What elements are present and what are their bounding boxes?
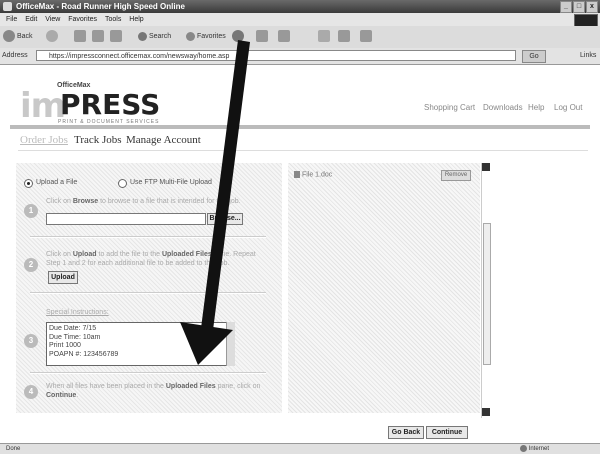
go-back-button[interactable]: Go Back	[388, 426, 424, 439]
menu-tools[interactable]: Tools	[105, 16, 121, 23]
search-icon	[138, 31, 147, 41]
history-icon	[232, 30, 244, 43]
tab-manage-account[interactable]: Manage Account	[126, 134, 201, 146]
browser-toolbar: Back Search Favorites	[0, 26, 600, 49]
stop-icon	[74, 30, 86, 43]
menu-help[interactable]: Help	[129, 16, 143, 23]
nav-shopping-cart[interactable]: Shopping Cart	[424, 103, 475, 112]
step-3-badge: 3	[24, 334, 38, 348]
upload-button[interactable]: Upload	[48, 271, 78, 284]
forward-arrow-icon	[46, 30, 58, 43]
radio-upload-file[interactable]	[24, 179, 33, 188]
nav-help[interactable]: Help	[528, 103, 544, 112]
go-button[interactable]: Go	[522, 50, 546, 63]
step-4-badge: 4	[24, 385, 38, 399]
special-instructions-label: Special Instructions:	[46, 309, 109, 316]
browse-button[interactable]: Browse...	[207, 213, 243, 225]
step-1-badge: 1	[24, 204, 38, 218]
history-button[interactable]	[232, 30, 244, 43]
menu-file[interactable]: File	[6, 16, 17, 23]
menu-edit[interactable]: Edit	[25, 16, 37, 23]
favorites-button[interactable]: Favorites	[186, 30, 226, 43]
mail-icon	[256, 30, 268, 43]
tabs-divider	[18, 150, 588, 151]
step-2-text: Click on Upload to add the file to the U…	[46, 251, 256, 267]
file-path-input[interactable]	[46, 213, 206, 225]
messenger-icon	[360, 30, 372, 43]
nav-log-out[interactable]: Log Out	[554, 103, 582, 112]
back-button[interactable]: Back	[3, 30, 33, 43]
refresh-button[interactable]	[92, 30, 104, 43]
window-title: OfficeMax - Road Runner High Speed Onlin…	[16, 2, 185, 11]
tab-track-jobs[interactable]: Track Jobs	[74, 134, 122, 146]
edit-icon	[318, 30, 330, 43]
star-icon	[186, 31, 195, 41]
step-2-badge: 2	[24, 258, 38, 272]
special-instructions-textarea[interactable]: Due Date: 7/15 Due Time: 10am Print 1000…	[46, 322, 234, 366]
radio-ftp-upload[interactable]	[118, 179, 127, 188]
address-input[interactable]: https://impressconnect.officemax.com/new…	[36, 50, 516, 61]
browser-icon	[3, 2, 12, 11]
minimize-button[interactable]: _	[560, 1, 572, 13]
discuss-icon	[338, 30, 350, 43]
print-icon	[278, 30, 290, 43]
radio-ftp-upload-label: Use FTP Multi-File Upload	[130, 179, 212, 186]
home-icon	[110, 30, 122, 43]
step-separator	[30, 236, 266, 238]
header-rule	[10, 125, 590, 129]
radio-upload-file-label: Upload a File	[36, 179, 78, 186]
back-arrow-icon	[3, 30, 15, 43]
continue-button[interactable]: Continue	[426, 426, 468, 439]
tab-order-jobs[interactable]: Order Jobs	[20, 134, 68, 146]
menu-view[interactable]: View	[45, 16, 60, 23]
window-controls: _ □ x	[560, 1, 598, 13]
scroll-up-icon[interactable]	[482, 163, 490, 171]
logo-press: PRESS	[60, 88, 161, 121]
uploaded-files-panel	[288, 163, 480, 413]
nav-downloads[interactable]: Downloads	[483, 103, 523, 112]
step-4-text: When all files have been placed in the U…	[46, 383, 261, 399]
edit-button[interactable]	[318, 30, 330, 43]
step-separator	[30, 292, 266, 294]
mail-button[interactable]	[256, 30, 268, 43]
scroll-thumb[interactable]	[483, 223, 491, 365]
menu-favorites[interactable]: Favorites	[68, 16, 97, 23]
stop-button[interactable]	[74, 30, 86, 43]
document-icon	[294, 171, 300, 178]
step-1-text: Click on Browse to browse to a file that…	[46, 198, 241, 205]
close-button[interactable]: x	[586, 1, 598, 13]
discuss-button[interactable]	[338, 30, 350, 43]
forward-button[interactable]	[46, 30, 58, 43]
messenger-button[interactable]	[360, 30, 372, 43]
globe-icon	[520, 444, 527, 452]
print-button[interactable]	[278, 30, 290, 43]
menu-bar: File Edit View Favorites Tools Help	[0, 13, 600, 26]
page-scrollbar[interactable]	[481, 163, 491, 418]
step-separator	[30, 372, 266, 374]
search-button[interactable]: Search	[138, 30, 171, 43]
address-label: Address	[2, 52, 28, 59]
links-button[interactable]: Links	[580, 52, 596, 59]
refresh-icon	[92, 30, 104, 43]
home-button[interactable]	[110, 30, 122, 43]
textarea-scrollbar[interactable]	[226, 322, 235, 366]
status-bar: Done Internet	[0, 443, 600, 454]
scroll-down-icon[interactable]	[482, 408, 490, 416]
address-bar: Address https://impressconnect.officemax…	[0, 48, 600, 65]
maximize-button[interactable]: □	[573, 1, 585, 13]
uploaded-file-item: File 1.doc	[294, 171, 332, 178]
window-titlebar: OfficeMax - Road Runner High Speed Onlin…	[0, 0, 600, 13]
remove-file-button[interactable]: Remove	[441, 170, 471, 181]
